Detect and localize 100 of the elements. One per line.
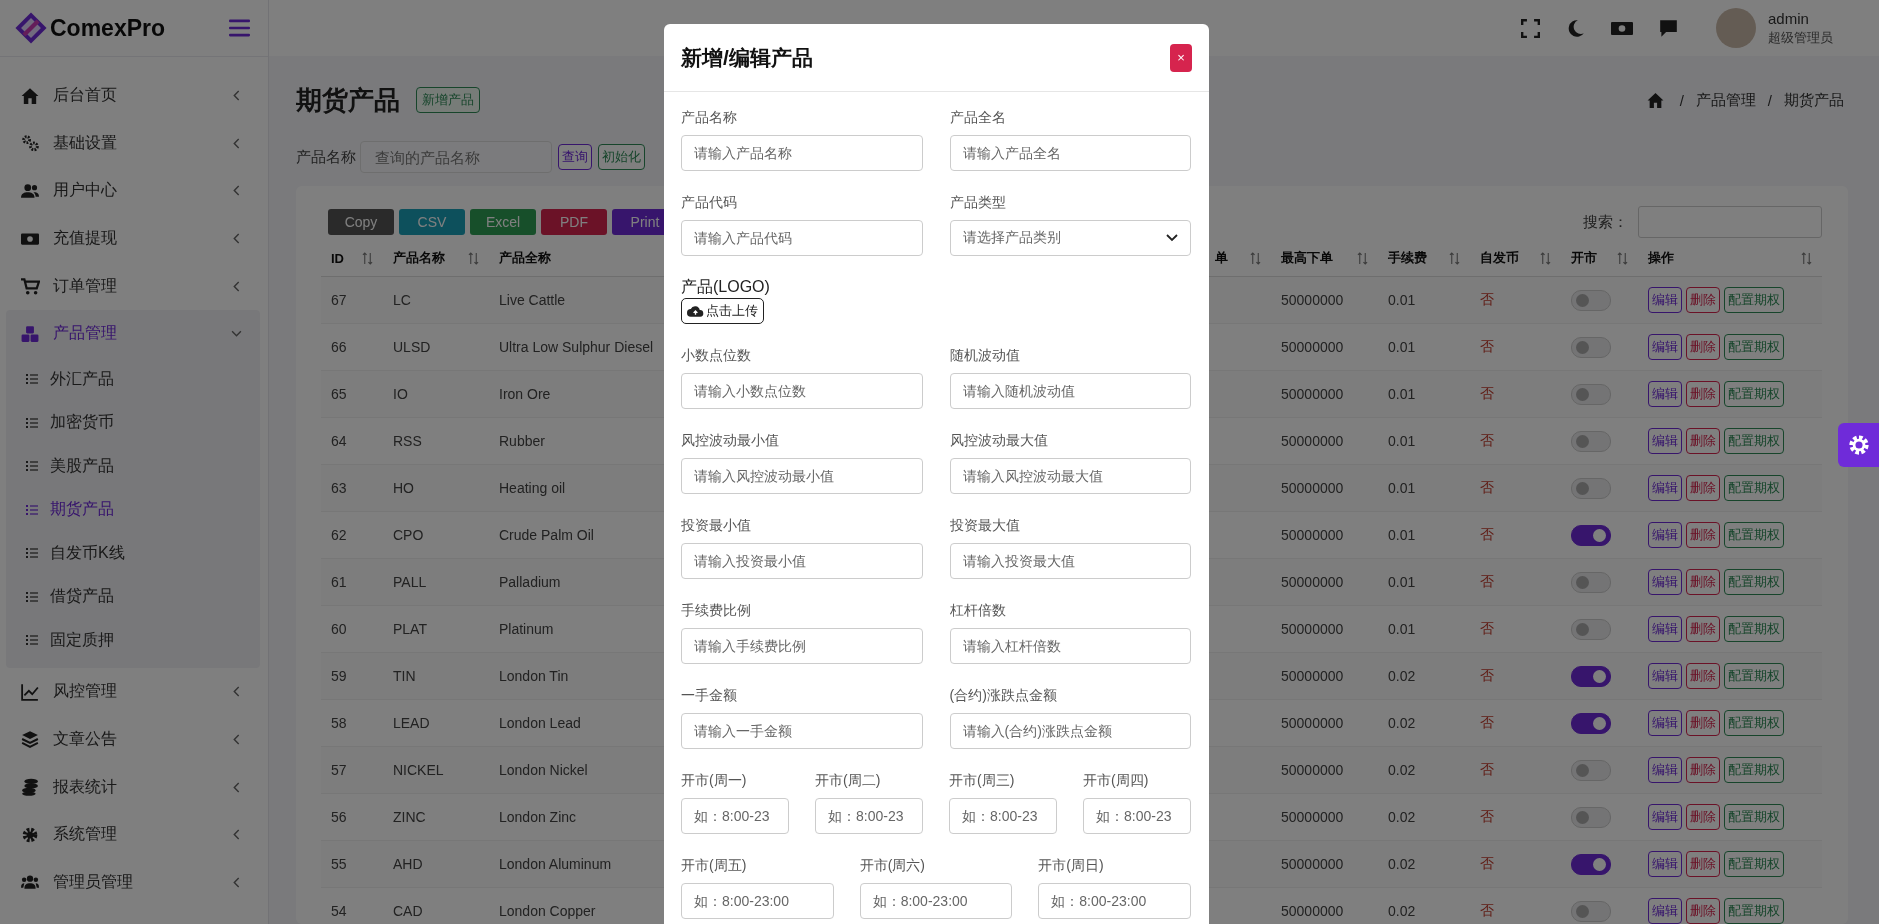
options-button[interactable]: 配置期权 [1724,475,1784,501]
avatar-placeholder[interactable] [1716,8,1756,48]
delete-button[interactable]: 删除 [1686,851,1720,877]
options-button[interactable]: 配置期权 [1724,663,1784,689]
edit-button[interactable]: 编辑 [1648,522,1682,548]
input-field[interactable]: 如：8:00-23 [949,798,1057,834]
input-field[interactable]: 请输入产品名称 [681,135,923,171]
submenu-item[interactable]: 美股产品 [6,444,260,489]
input-field[interactable]: 请输入风控波动最大值 [949,458,1191,494]
column-header[interactable]: 开市 [1571,249,1597,267]
export-button[interactable]: Copy [328,209,394,235]
export-button[interactable]: PDF [541,209,607,235]
column-header[interactable]: 最高下单 [1281,249,1333,267]
options-button[interactable]: 配置期权 [1724,287,1784,313]
input-field[interactable]: 请输入小数点位数 [681,373,923,409]
delete-button[interactable]: 删除 [1686,663,1720,689]
sort-icon[interactable] [1449,251,1460,265]
input-field[interactable]: 请输入投资最大值 [949,543,1191,579]
settings-button[interactable] [1838,423,1879,467]
sidebar-item[interactable]: 文章公告 [0,715,268,764]
edit-button[interactable]: 编辑 [1648,475,1682,501]
input-field[interactable]: 请输入(合约)涨跌点金额 [949,713,1191,749]
options-button[interactable]: 配置期权 [1724,898,1784,924]
delete-button[interactable]: 删除 [1686,475,1720,501]
filter-button[interactable]: 初始化 [598,144,645,170]
sidebar-item[interactable]: 报表统计 [0,763,268,811]
sort-icon[interactable] [1540,251,1551,265]
add-product-button[interactable]: 新增产品 [416,87,480,113]
input-field[interactable]: 如：8:00-23:00 [681,883,834,919]
input-field[interactable]: 如：8:00-23:00 [1038,883,1191,919]
select-field[interactable]: 请选择产品类别 [949,220,1191,256]
options-button[interactable]: 配置期权 [1724,569,1784,595]
sidebar-item[interactable]: 系统管理 [0,810,268,859]
edit-button[interactable]: 编辑 [1648,804,1682,830]
export-button[interactable]: CSV [399,209,465,235]
menu-icon[interactable] [229,19,250,37]
input-field[interactable]: 请输入风控波动最小值 [681,458,923,494]
options-button[interactable]: 配置期权 [1724,616,1784,642]
column-header[interactable]: 自发币 [1480,249,1519,267]
input-field[interactable]: 请输入杠杆倍数 [949,628,1191,664]
delete-button[interactable]: 删除 [1686,381,1720,407]
fullscreen-icon[interactable] [1521,18,1540,38]
chat-icon[interactable] [1659,18,1678,38]
upload-button[interactable]: 点击上传 [681,298,764,324]
delete-button[interactable]: 删除 [1686,334,1720,360]
delete-button[interactable]: 删除 [1686,710,1720,736]
delete-button[interactable]: 删除 [1686,287,1720,313]
delete-button[interactable]: 删除 [1686,428,1720,454]
delete-button[interactable]: 删除 [1686,569,1720,595]
sidebar-item[interactable]: 用户中心 [0,167,268,215]
close-button[interactable]: × [1170,43,1192,72]
sidebar-item[interactable]: 后台首页 [0,72,268,120]
sidebar-item[interactable]: 充值提现 [0,214,268,263]
input-field[interactable]: 请输入产品全名 [949,135,1191,171]
moon-icon[interactable] [1566,18,1585,38]
toggle-switch[interactable] [1571,665,1611,687]
options-button[interactable]: 配置期权 [1724,381,1784,407]
sort-icon[interactable] [1617,251,1628,265]
input-field[interactable]: 如：8:00-23 [1083,798,1191,834]
edit-button[interactable]: 编辑 [1648,569,1682,595]
edit-button[interactable]: 编辑 [1648,616,1682,642]
edit-button[interactable]: 编辑 [1648,287,1682,313]
edit-button[interactable]: 编辑 [1648,710,1682,736]
edit-button[interactable]: 编辑 [1648,381,1682,407]
edit-button[interactable]: 编辑 [1648,898,1682,924]
filter-button[interactable]: 查询 [558,144,592,170]
toggle-switch[interactable] [1571,853,1611,875]
toggle-switch[interactable] [1571,712,1611,734]
banknote-icon[interactable] [1611,19,1633,37]
submenu-item[interactable]: 固定质押 [6,618,260,663]
input-field[interactable]: 如：8:00-23:00 [859,883,1013,919]
sidebar-item[interactable]: 风控管理 [0,668,268,716]
options-button[interactable]: 配置期权 [1724,757,1784,783]
column-header[interactable]: 单 [1215,249,1228,267]
edit-button[interactable]: 编辑 [1648,851,1682,877]
toggle-switch[interactable] [1571,524,1611,546]
options-button[interactable]: 配置期权 [1724,522,1784,548]
submenu-item[interactable]: 外汇产品 [6,357,260,402]
sort-icon[interactable] [1357,251,1368,265]
delete-button[interactable]: 删除 [1686,898,1720,924]
options-button[interactable]: 配置期权 [1724,334,1784,360]
home-icon[interactable] [1646,91,1664,109]
submenu-item[interactable]: 期货产品 [6,488,260,532]
sidebar-item[interactable]: 产品管理 [6,309,260,358]
submenu-item[interactable]: 自发币K线 [6,531,260,576]
delete-button[interactable]: 删除 [1686,522,1720,548]
sidebar-item[interactable]: 订单管理 [0,262,268,310]
input-field[interactable]: 如：8:00-23 [815,798,923,834]
delete-button[interactable]: 删除 [1686,616,1720,642]
sort-icon[interactable] [362,251,373,265]
options-button[interactable]: 配置期权 [1724,851,1784,877]
column-header[interactable]: 产品全称 [499,249,551,267]
column-header[interactable]: 产品名称 [393,249,445,267]
export-button[interactable]: Excel [470,209,536,235]
edit-button[interactable]: 编辑 [1648,334,1682,360]
options-button[interactable]: 配置期权 [1724,710,1784,736]
delete-button[interactable]: 删除 [1686,804,1720,830]
sidebar-item[interactable]: 管理员管理 [0,858,268,907]
submenu-item[interactable]: 借贷产品 [6,575,260,619]
edit-button[interactable]: 编辑 [1648,663,1682,689]
